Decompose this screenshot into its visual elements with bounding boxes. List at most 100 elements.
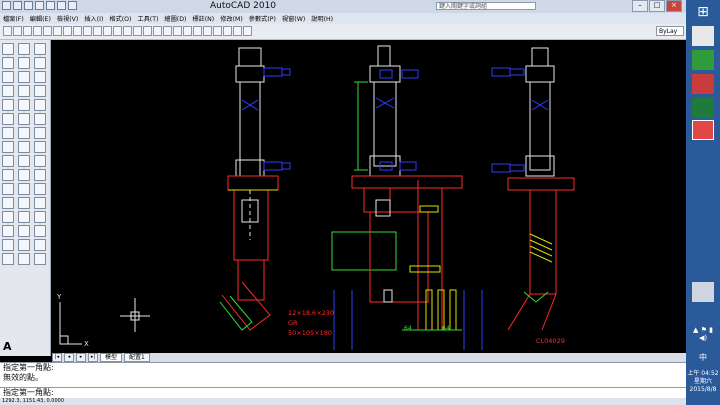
excel-icon[interactable]	[692, 98, 714, 118]
tab-model[interactable]: 模型	[100, 353, 123, 362]
ellipse-arc-icon[interactable]	[34, 155, 46, 167]
menu-parametric[interactable]: 參數式(P)	[246, 14, 279, 23]
design-center-icon[interactable]	[193, 26, 202, 36]
sheet-set-icon[interactable]	[213, 26, 222, 36]
tab-layout1[interactable]: 配置1	[124, 353, 150, 362]
cut-icon[interactable]	[73, 26, 82, 36]
rotate-icon[interactable]	[18, 85, 30, 97]
dim-aligned-icon[interactable]	[34, 253, 46, 265]
copy-icon[interactable]	[83, 26, 92, 36]
snap-intersection-icon[interactable]	[34, 225, 46, 237]
multiline-text-icon[interactable]: A	[3, 340, 12, 353]
rectangle-icon[interactable]	[2, 99, 14, 111]
trim-icon[interactable]	[34, 99, 46, 111]
block-editor-icon[interactable]	[113, 26, 122, 36]
area-icon[interactable]	[34, 197, 46, 209]
store-icon[interactable]	[692, 50, 714, 70]
zoom-previous-icon[interactable]	[173, 26, 182, 36]
stretch-icon[interactable]	[18, 99, 30, 111]
open-icon[interactable]	[13, 26, 22, 36]
move-icon[interactable]	[34, 71, 46, 83]
menu-modify[interactable]: 修改(M)	[217, 14, 246, 23]
mirror-icon[interactable]	[18, 57, 30, 69]
menu-dimension[interactable]: 標註(N)	[189, 14, 217, 23]
menu-draw[interactable]: 繪圖(D)	[161, 14, 189, 23]
undo-icon[interactable]	[123, 26, 132, 36]
menu-window[interactable]: 視窗(W)	[279, 14, 308, 23]
table-icon[interactable]	[2, 197, 14, 209]
menu-view[interactable]: 檢視(V)	[54, 14, 81, 23]
copy-icon[interactable]	[34, 43, 46, 55]
menu-format[interactable]: 格式(O)	[106, 14, 134, 23]
scale-icon[interactable]	[34, 85, 46, 97]
maximize-button[interactable]: □	[649, 0, 665, 12]
menu-tools[interactable]: 工具(T)	[134, 14, 161, 23]
dist-icon[interactable]	[18, 197, 30, 209]
new-icon[interactable]	[13, 1, 22, 10]
spline-icon[interactable]	[2, 155, 14, 167]
undo-icon[interactable]	[46, 1, 55, 10]
last-tab-button[interactable]: ▸|	[88, 353, 98, 362]
make-block-icon[interactable]	[18, 169, 30, 181]
menu-insert[interactable]: 插入(I)	[81, 14, 106, 23]
snap-midpoint-icon[interactable]	[18, 211, 30, 223]
redo-icon[interactable]	[133, 26, 142, 36]
ime-indicator[interactable]: 中	[686, 354, 720, 362]
new-icon[interactable]	[3, 26, 12, 36]
chamfer-icon[interactable]	[34, 127, 46, 139]
layer-combo[interactable]: ByLay	[656, 26, 684, 36]
hatch-icon[interactable]	[2, 183, 14, 195]
redo-icon[interactable]	[57, 1, 66, 10]
match-properties-icon[interactable]	[103, 26, 112, 36]
snap-settings-icon[interactable]	[2, 253, 14, 265]
snap-quadrant-icon[interactable]	[18, 225, 30, 237]
autocad-icon[interactable]	[692, 120, 714, 140]
pan-icon[interactable]	[143, 26, 152, 36]
preview-icon[interactable]	[43, 26, 52, 36]
line-icon[interactable]	[2, 43, 14, 55]
gradient-icon[interactable]	[18, 183, 30, 195]
markup-icon[interactable]	[223, 26, 232, 36]
plot-icon[interactable]	[68, 1, 77, 10]
circle-icon[interactable]	[2, 127, 14, 139]
dim-linear-icon[interactable]	[18, 253, 30, 265]
insert-block-icon[interactable]	[2, 169, 14, 181]
erase-icon[interactable]	[18, 43, 30, 55]
keyboard-icon[interactable]	[692, 282, 714, 302]
help-icon[interactable]	[243, 26, 252, 36]
close-button[interactable]: ×	[666, 0, 682, 12]
save-icon[interactable]	[23, 26, 32, 36]
calculator-icon[interactable]	[233, 26, 242, 36]
snap-nearest-icon[interactable]	[34, 239, 46, 251]
snap-perpendicular-icon[interactable]	[2, 239, 14, 251]
point-icon[interactable]	[34, 169, 46, 181]
snap-endpoint-icon[interactable]	[2, 211, 14, 223]
menu-edit[interactable]: 編輯(E)	[27, 14, 54, 23]
tool-palette-icon[interactable]	[203, 26, 212, 36]
snap-tangent-icon[interactable]	[18, 239, 30, 251]
ie-icon[interactable]	[692, 26, 714, 46]
zoom-realtime-icon[interactable]	[153, 26, 162, 36]
command-input[interactable]: 指定第一角點:	[0, 387, 686, 398]
first-tab-button[interactable]: |◂	[52, 353, 62, 362]
region-icon[interactable]	[34, 183, 46, 195]
app-menu-icon[interactable]	[2, 1, 11, 10]
extend-icon[interactable]	[18, 113, 30, 125]
search-input[interactable]: 鍵入關鍵字或詞組	[436, 2, 536, 10]
snap-center-icon[interactable]	[34, 211, 46, 223]
zoom-window-icon[interactable]	[163, 26, 172, 36]
start-icon[interactable]: ⊞	[692, 4, 714, 24]
drawing-area[interactable]: 12×18.6×230 GR 50×105×180 CL04029 64 64 …	[52, 40, 670, 353]
revcloud-icon[interactable]	[2, 141, 14, 153]
ellipse-icon[interactable]	[18, 155, 30, 167]
open-icon[interactable]	[24, 1, 33, 10]
arc-icon[interactable]	[2, 113, 14, 125]
minimize-button[interactable]: –	[632, 0, 648, 12]
construction-line-icon[interactable]	[2, 57, 14, 69]
properties-icon[interactable]	[183, 26, 192, 36]
print-icon[interactable]	[33, 26, 42, 36]
next-tab-button[interactable]: ▸	[76, 353, 86, 362]
prev-tab-button[interactable]: ◂	[64, 353, 74, 362]
polyline-icon[interactable]	[2, 71, 14, 83]
offset-icon[interactable]	[34, 57, 46, 69]
